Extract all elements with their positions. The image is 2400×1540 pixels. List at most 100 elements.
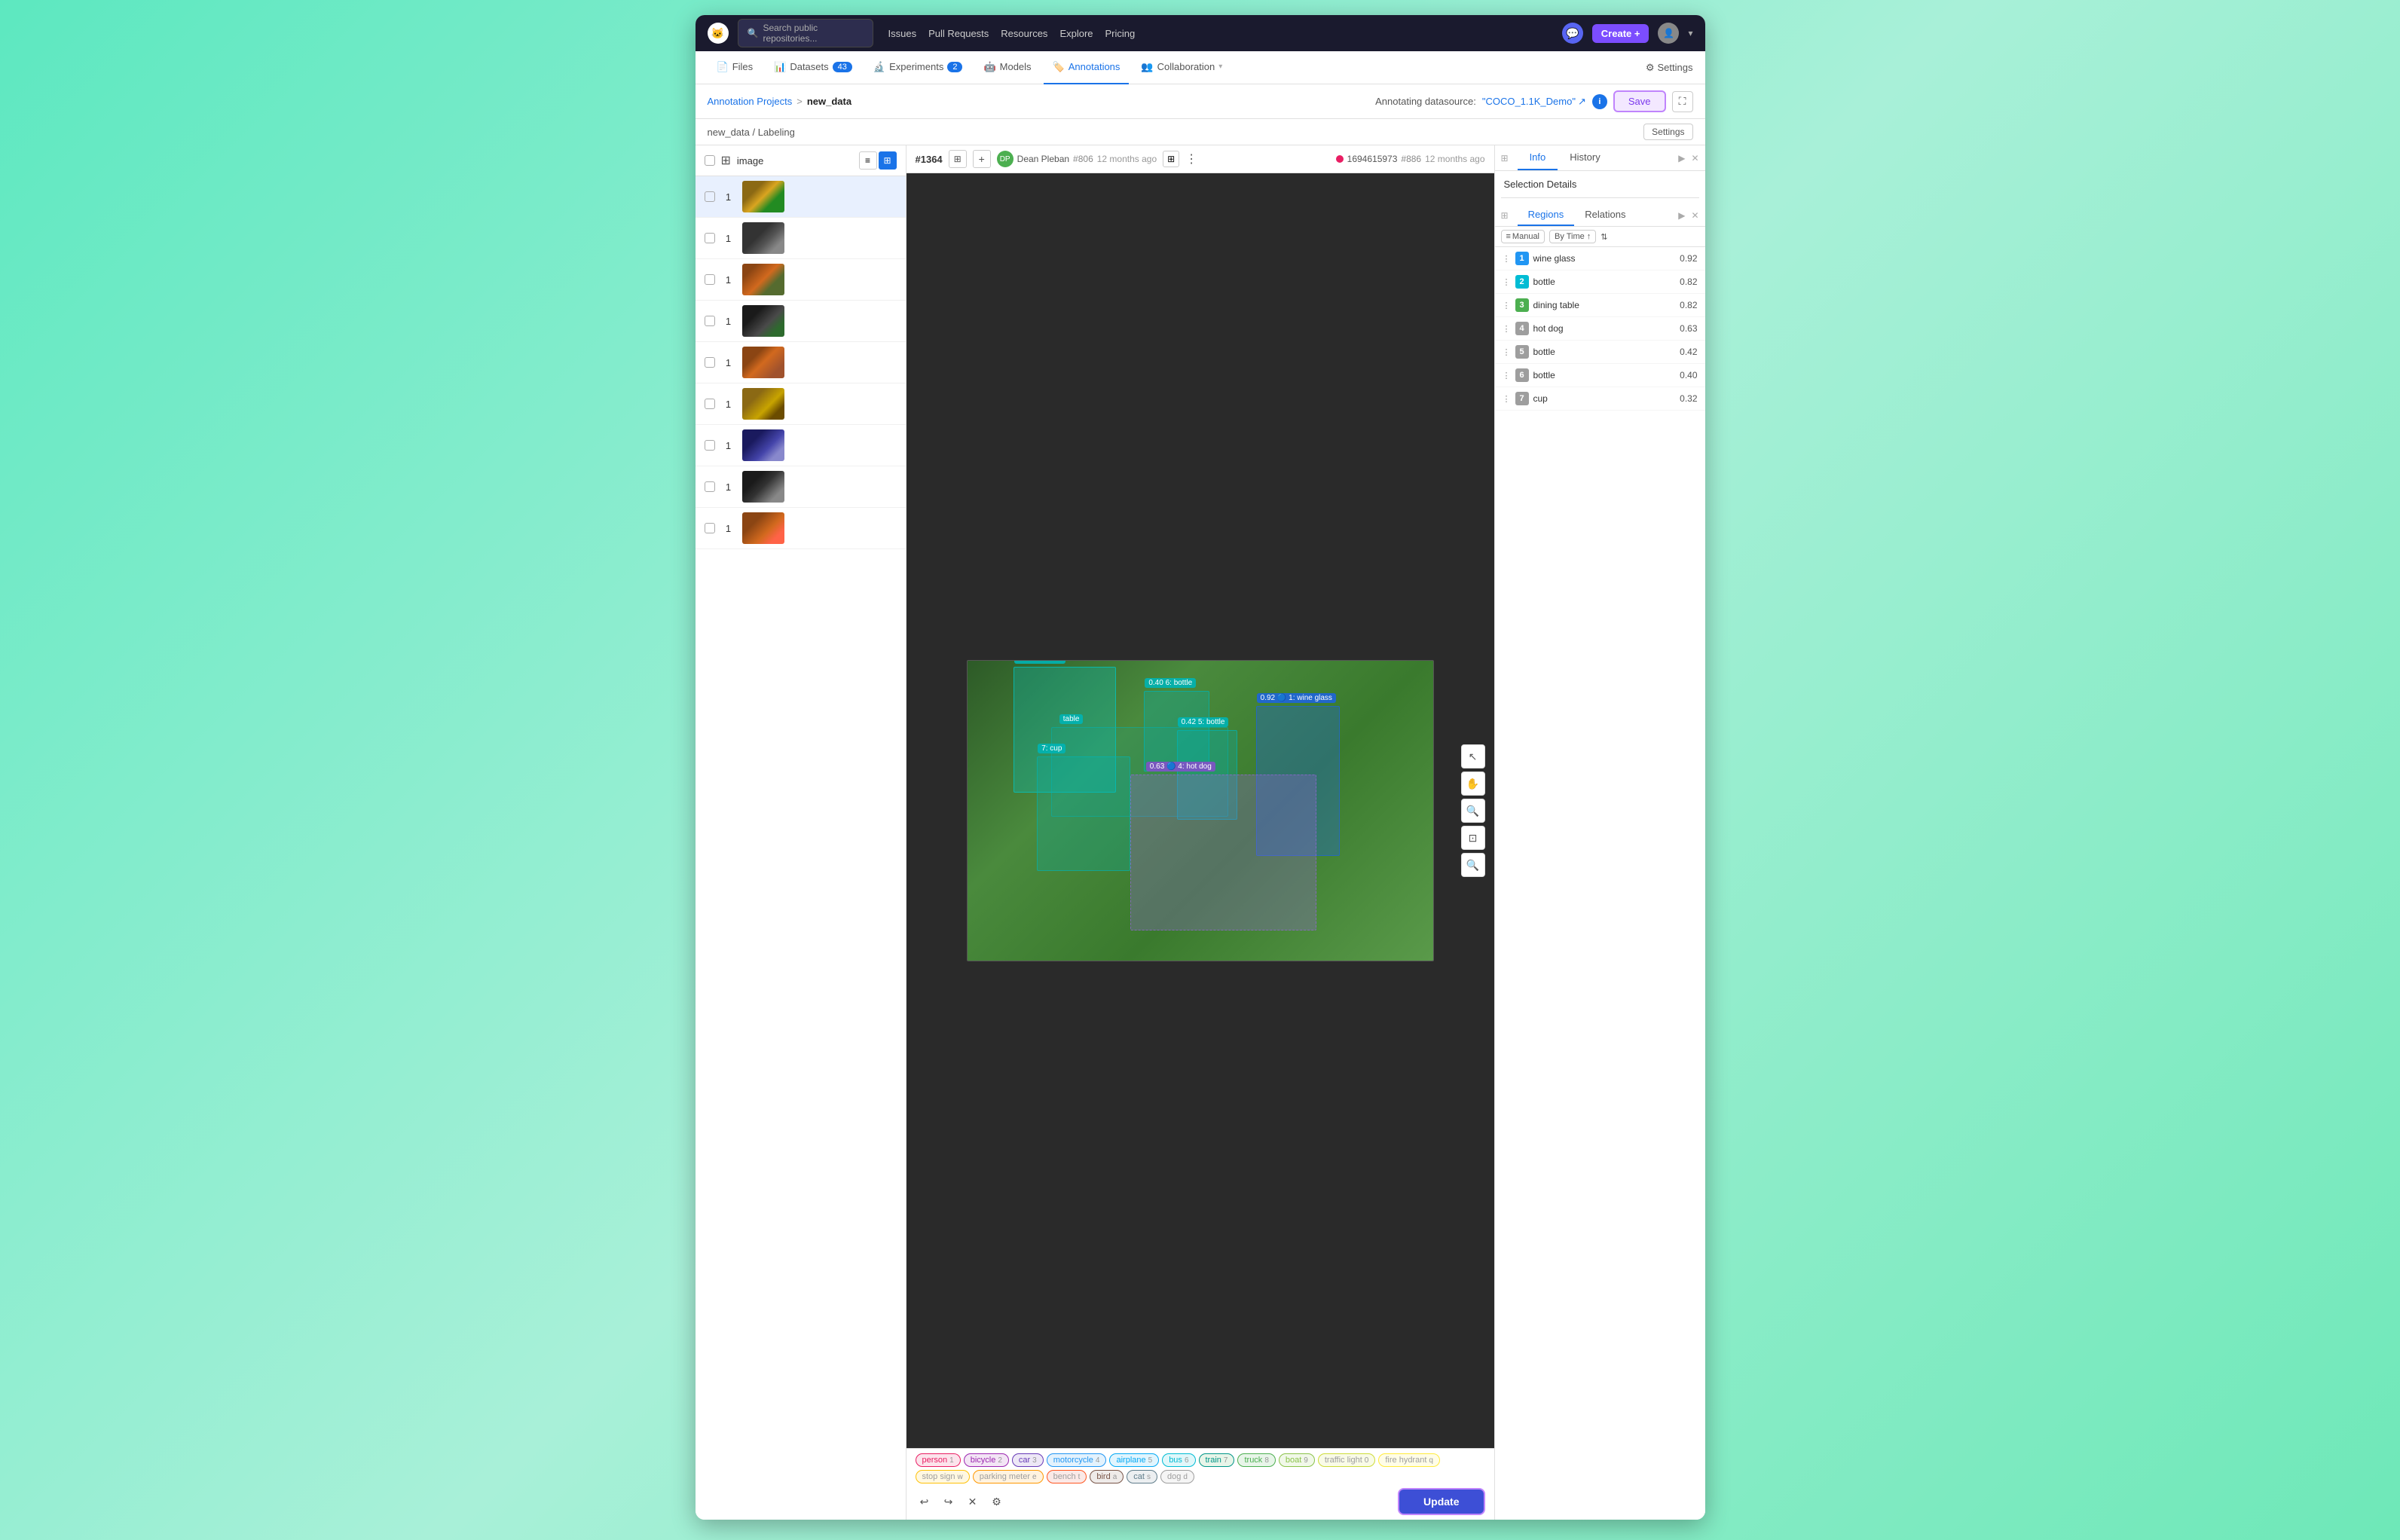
settings-link[interactable]: ⚙ Settings	[1646, 62, 1693, 74]
save-button[interactable]: Save	[1613, 90, 1666, 112]
region-item[interactable]: ⋮ 4 hot dog 0.63	[1495, 317, 1705, 341]
image-row[interactable]: 1	[696, 342, 906, 383]
tab-info[interactable]: Info	[1518, 145, 1558, 170]
tab-regions[interactable]: Regions	[1518, 204, 1575, 226]
avatar-dropdown[interactable]: ▾	[1688, 28, 1692, 38]
annotation-canvas[interactable]: 0.92 🔵 1: wine glass 0.82 2: bottle tabl…	[906, 173, 1494, 1448]
redo-button[interactable]: ↪	[940, 1493, 958, 1511]
region-label-cup[interactable]: cup	[1533, 393, 1676, 404]
fullscreen-button[interactable]: ⛶	[1672, 91, 1693, 112]
label-tag-train[interactable]: train 7	[1199, 1453, 1235, 1467]
nav-pricing[interactable]: Pricing	[1105, 28, 1136, 39]
row-checkbox[interactable]	[705, 357, 715, 368]
region-label-hotdog[interactable]: hot dog	[1533, 323, 1676, 334]
label-tag-person[interactable]: person 1	[916, 1453, 961, 1467]
image-row[interactable]: 1	[696, 466, 906, 508]
label-tag-motorcycle[interactable]: motorcycle 4	[1047, 1453, 1107, 1467]
update-button[interactable]: Update	[1398, 1488, 1484, 1515]
row-checkbox[interactable]	[705, 191, 715, 202]
panel-collapse-icon[interactable]: ⊞	[1498, 150, 1512, 167]
grid-icon[interactable]: ⊞	[721, 153, 731, 168]
search-bar[interactable]: 🔍 Search public repositories...	[738, 19, 873, 47]
label-tag-bicycle[interactable]: bicycle 2	[964, 1453, 1009, 1467]
regions-close[interactable]: ✕	[1688, 207, 1701, 224]
regions-collapse-icon[interactable]: ⊞	[1498, 207, 1512, 224]
collaboration-dropdown[interactable]: ▾	[1218, 63, 1222, 71]
row-checkbox[interactable]	[705, 399, 715, 409]
manual-filter-btn[interactable]: ≡ Manual	[1501, 230, 1545, 243]
pan-tool[interactable]: ✋	[1461, 772, 1485, 796]
time-filter-btn[interactable]: By Time ↑	[1549, 230, 1596, 243]
region-label-bottle-5[interactable]: bottle	[1533, 347, 1676, 357]
add-annotation-btn[interactable]: +	[973, 150, 991, 168]
panel-expand-right[interactable]: ▶	[1675, 150, 1688, 167]
delete-button[interactable]: ✕	[964, 1493, 982, 1511]
image-row[interactable]: 1	[696, 301, 906, 342]
zoom-out-tool[interactable]: 🔍	[1461, 853, 1485, 877]
nav-issues[interactable]: Issues	[888, 28, 917, 39]
nav-explore[interactable]: Explore	[1059, 28, 1093, 39]
sort-btn[interactable]: ⇅	[1601, 232, 1607, 242]
region-item[interactable]: ⋮ 5 bottle 0.42	[1495, 341, 1705, 364]
pointer-tool[interactable]: ↖	[1461, 744, 1485, 768]
region-label-bottle-6[interactable]: bottle	[1533, 370, 1676, 380]
label-tag-stop-sign[interactable]: stop sign w	[916, 1470, 970, 1483]
image-row[interactable]: 1	[696, 176, 906, 218]
image-row[interactable]: 1	[696, 259, 906, 301]
datasource-link[interactable]: "COCO_1.1K_Demo" ↗	[1482, 96, 1586, 108]
row-checkbox[interactable]	[705, 316, 715, 326]
region-item[interactable]: ⋮ 1 wine glass 0.92	[1495, 247, 1705, 270]
row-checkbox[interactable]	[705, 523, 715, 533]
breadcrumb-parent[interactable]: Annotation Projects	[708, 96, 793, 107]
labeling-settings-button[interactable]: Settings	[1643, 124, 1692, 140]
panel-close[interactable]: ✕	[1688, 150, 1701, 167]
label-tag-car[interactable]: car 3	[1012, 1453, 1044, 1467]
label-tag-fire-hydrant[interactable]: fire hydrant q	[1378, 1453, 1440, 1467]
region-item[interactable]: ⋮ 3 dining table 0.82	[1495, 294, 1705, 317]
user-avatar[interactable]: 👤	[1658, 23, 1679, 44]
regions-expand-right[interactable]: ▶	[1675, 207, 1688, 224]
undo-button[interactable]: ↩	[916, 1493, 934, 1511]
tab-annotations[interactable]: 🏷️ Annotations	[1044, 51, 1130, 84]
image-row[interactable]: 1	[696, 425, 906, 466]
label-tag-bus[interactable]: bus 6	[1162, 1453, 1195, 1467]
nav-resources[interactable]: Resources	[1001, 28, 1047, 39]
region-label-bottle-2[interactable]: bottle	[1533, 277, 1676, 287]
image-row[interactable]: 1	[696, 383, 906, 425]
nav-pull-requests[interactable]: Pull Requests	[928, 28, 989, 39]
region-item[interactable]: ⋮ 7 cup 0.32	[1495, 387, 1705, 411]
region-label-wine-glass[interactable]: wine glass	[1533, 253, 1676, 264]
settings-button[interactable]: ⚙	[988, 1493, 1006, 1511]
label-tag-traffic-light[interactable]: traffic light 0	[1318, 1453, 1376, 1467]
region-item[interactable]: ⋮ 6 bottle 0.40	[1495, 364, 1705, 387]
tab-experiments[interactable]: 🔬 Experiments 2	[864, 51, 972, 84]
row-checkbox[interactable]	[705, 233, 715, 243]
region-label-dining-table[interactable]: dining table	[1533, 300, 1676, 310]
tab-history[interactable]: History	[1558, 145, 1612, 170]
more-options-btn[interactable]: ⋮	[1185, 151, 1197, 167]
row-checkbox[interactable]	[705, 274, 715, 285]
select-all-checkbox[interactable]	[705, 155, 715, 166]
tab-datasets[interactable]: 📊 Datasets 43	[765, 51, 861, 84]
zoom-in-tool[interactable]: 🔍	[1461, 799, 1485, 823]
info-button[interactable]: i	[1592, 94, 1607, 109]
region-item[interactable]: ⋮ 2 bottle 0.82	[1495, 270, 1705, 294]
selection-tool[interactable]: ⊡	[1461, 826, 1485, 850]
tab-relations[interactable]: Relations	[1574, 204, 1636, 226]
tab-collaboration[interactable]: 👥 Collaboration ▾	[1132, 51, 1231, 84]
row-checkbox[interactable]	[705, 481, 715, 492]
tab-files[interactable]: 📄 Files	[708, 51, 763, 84]
label-tag-airplane[interactable]: airplane 5	[1109, 1453, 1159, 1467]
label-tag-parking-meter[interactable]: parking meter e	[973, 1470, 1044, 1483]
discord-button[interactable]: 💬	[1562, 23, 1583, 44]
label-tag-bench[interactable]: bench t	[1047, 1470, 1087, 1483]
label-tag-dog[interactable]: dog d	[1160, 1470, 1194, 1483]
label-tag-cat[interactable]: cat s	[1127, 1470, 1157, 1483]
create-button[interactable]: Create +	[1592, 24, 1649, 43]
row-checkbox[interactable]	[705, 440, 715, 451]
image-row[interactable]: 1	[696, 218, 906, 259]
label-tag-truck[interactable]: truck 8	[1237, 1453, 1275, 1467]
list-view-btn[interactable]: ≡	[859, 151, 877, 170]
image-row[interactable]: 1	[696, 508, 906, 549]
annotation-cup[interactable]: 7: cup	[1037, 756, 1130, 870]
